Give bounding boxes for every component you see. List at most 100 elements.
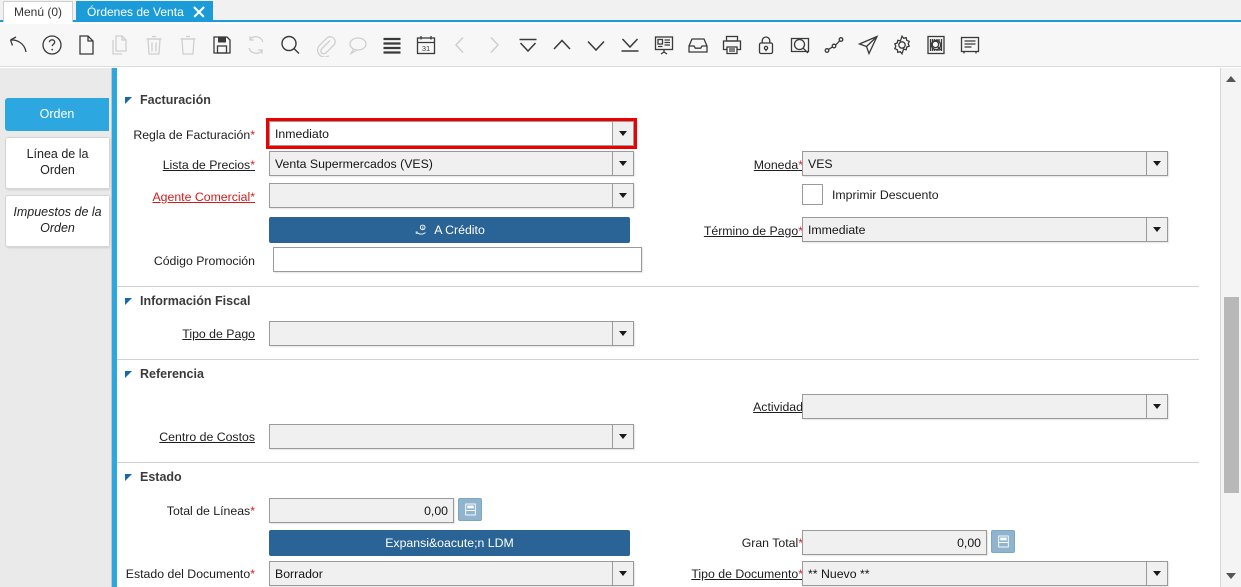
label-tipo-de-pago[interactable]: Tipo de Pago — [117, 327, 255, 341]
imprimir-descuento-checkbox[interactable] — [802, 184, 823, 205]
last-record-icon[interactable] — [614, 29, 646, 61]
attachment-icon — [308, 29, 340, 61]
archive-icon[interactable] — [682, 29, 714, 61]
lock-icon[interactable] — [750, 29, 782, 61]
window-tab-menu-label: Menú (0) — [14, 5, 63, 19]
form-scroll-viewport: Facturación Regla de Facturación* Inmedi… — [112, 68, 1220, 587]
tipo-de-documento-combobox[interactable]: ** Nuevo ** — [802, 561, 1168, 586]
request-icon[interactable] — [954, 29, 986, 61]
label-termino-de-pago[interactable]: Término de Pago* — [677, 224, 803, 238]
codigo-promocion-input[interactable] — [273, 247, 642, 272]
chevron-down-icon[interactable] — [1146, 562, 1167, 585]
close-icon[interactable] — [192, 5, 206, 19]
actividad-combobox[interactable] — [802, 394, 1168, 419]
chevron-down-icon[interactable] — [612, 184, 633, 207]
label-estado-del-documento: Estado del Documento* — [125, 567, 255, 581]
help-icon[interactable] — [36, 29, 68, 61]
total-de-lineas-field[interactable]: 0,00 — [269, 498, 454, 523]
section-header-informacion-fiscal-label: Información Fiscal — [140, 294, 251, 308]
label-actividad[interactable]: Actividad — [691, 400, 803, 414]
estado-del-documento-combobox[interactable]: Borrador — [269, 561, 634, 586]
label-tipo-de-documento[interactable]: Tipo de Documento* — [677, 567, 803, 581]
print-icon[interactable] — [716, 29, 748, 61]
section-header-facturacion[interactable]: Facturación — [125, 93, 211, 107]
collapse-triangle-icon — [125, 96, 132, 104]
section-divider — [117, 286, 1199, 287]
workflow-icon[interactable] — [818, 29, 850, 61]
tipo-de-pago-combobox[interactable] — [269, 321, 634, 346]
gran-total-field[interactable]: 0,00 — [802, 530, 987, 555]
lista-de-precios-combobox[interactable]: Venta Supermercados (VES) — [269, 151, 634, 176]
collapse-triangle-icon — [125, 297, 132, 305]
chevron-down-icon[interactable] — [1146, 152, 1167, 175]
delete-record-icon — [138, 29, 170, 61]
svg-text:$: $ — [422, 226, 424, 230]
product-info-icon[interactable] — [920, 29, 952, 61]
new-record-icon[interactable] — [70, 29, 102, 61]
tipo-de-documento-value: ** Nuevo ** — [808, 566, 870, 581]
scroll-down-arrow-icon[interactable] — [1221, 567, 1241, 585]
gran-total-value: 0,00 — [957, 535, 981, 550]
chevron-down-icon[interactable] — [612, 322, 633, 345]
delete-selection-icon — [172, 29, 204, 61]
total-de-lineas-calculator-button[interactable] — [458, 498, 482, 521]
section-header-estado[interactable]: Estado — [125, 470, 182, 484]
section-header-referencia[interactable]: Referencia — [125, 367, 204, 381]
label-gran-total: Gran Total* — [741, 536, 803, 550]
sidebar-item-linea-de-la-orden-label: Línea de la Orden — [26, 147, 89, 177]
down-record-icon[interactable] — [580, 29, 612, 61]
find-icon[interactable] — [274, 29, 306, 61]
calculator-icon — [464, 503, 476, 516]
label-lista-de-precios[interactable]: Lista de Precios* — [117, 158, 255, 172]
chevron-down-icon[interactable] — [612, 425, 633, 448]
label-centro-de-costos[interactable]: Centro de Costos — [117, 430, 255, 444]
calendar-icon[interactable]: 31 — [410, 29, 442, 61]
hand-coin-icon: $ — [415, 224, 426, 235]
expansion-ldm-button[interactable]: Expansi&oacute;n LDM — [269, 530, 630, 556]
agente-comercial-combobox[interactable] — [269, 183, 634, 208]
form-vertical-scrollbar[interactable] — [1220, 68, 1241, 587]
imprimir-descuento-row: Imprimir Descuento — [802, 184, 939, 205]
window-tab-menu[interactable]: Menú (0) — [3, 1, 74, 22]
termino-de-pago-combobox[interactable]: Immediate — [802, 217, 1168, 242]
up-record-icon[interactable] — [546, 29, 578, 61]
required-marker: * — [250, 504, 255, 518]
chat-icon — [342, 29, 374, 61]
chevron-down-icon[interactable] — [1146, 218, 1167, 241]
first-record-icon[interactable] — [512, 29, 544, 61]
gran-total-calculator-button[interactable] — [991, 530, 1015, 553]
chevron-down-icon[interactable] — [1146, 395, 1167, 418]
chevron-down-icon[interactable] — [612, 152, 633, 175]
main-toolbar: 31 — [0, 24, 1241, 67]
window-tab-ordenes-de-venta-label: Órdenes de Venta — [87, 5, 184, 19]
scrollbar-thumb[interactable] — [1224, 297, 1239, 493]
order-form: Facturación Regla de Facturación* Inmedi… — [117, 68, 1220, 587]
label-moneda[interactable]: Moneda* — [691, 158, 803, 172]
collapse-triangle-icon — [125, 370, 132, 378]
regla-de-facturacion-value: Inmediato — [275, 126, 330, 141]
zoom-across-icon[interactable] — [784, 29, 816, 61]
a-credito-button[interactable]: $ A Crédito — [269, 217, 630, 243]
chevron-down-icon[interactable] — [612, 122, 633, 145]
sidebar-item-orden[interactable]: Orden — [5, 98, 109, 131]
regla-de-facturacion-combobox[interactable]: Inmediato — [266, 118, 637, 149]
report-icon[interactable] — [648, 29, 680, 61]
label-agente-comercial[interactable]: Agente Comercial* — [117, 190, 255, 204]
send-icon[interactable] — [852, 29, 884, 61]
sidebar-item-linea-de-la-orden[interactable]: Línea de la Orden — [5, 137, 109, 189]
grid-toggle-icon[interactable] — [376, 29, 408, 61]
preferences-icon[interactable] — [886, 29, 918, 61]
svg-text:31: 31 — [422, 44, 430, 53]
scroll-up-arrow-icon[interactable] — [1221, 70, 1241, 88]
calculator-icon — [997, 535, 1009, 548]
centro-de-costos-combobox[interactable] — [269, 424, 634, 449]
save-icon[interactable] — [206, 29, 238, 61]
undo-icon[interactable] — [2, 29, 34, 61]
sidebar-item-impuestos-de-la-orden[interactable]: Impuestos de la Orden — [5, 195, 109, 247]
section-header-facturacion-label: Facturación — [140, 93, 211, 107]
section-header-informacion-fiscal[interactable]: Información Fiscal — [125, 294, 250, 308]
moneda-combobox[interactable]: VES — [802, 151, 1168, 176]
chevron-down-icon[interactable] — [612, 562, 633, 585]
imprimir-descuento-label: Imprimir Descuento — [832, 187, 939, 202]
window-tab-ordenes-de-venta[interactable]: Órdenes de Venta — [76, 1, 213, 22]
